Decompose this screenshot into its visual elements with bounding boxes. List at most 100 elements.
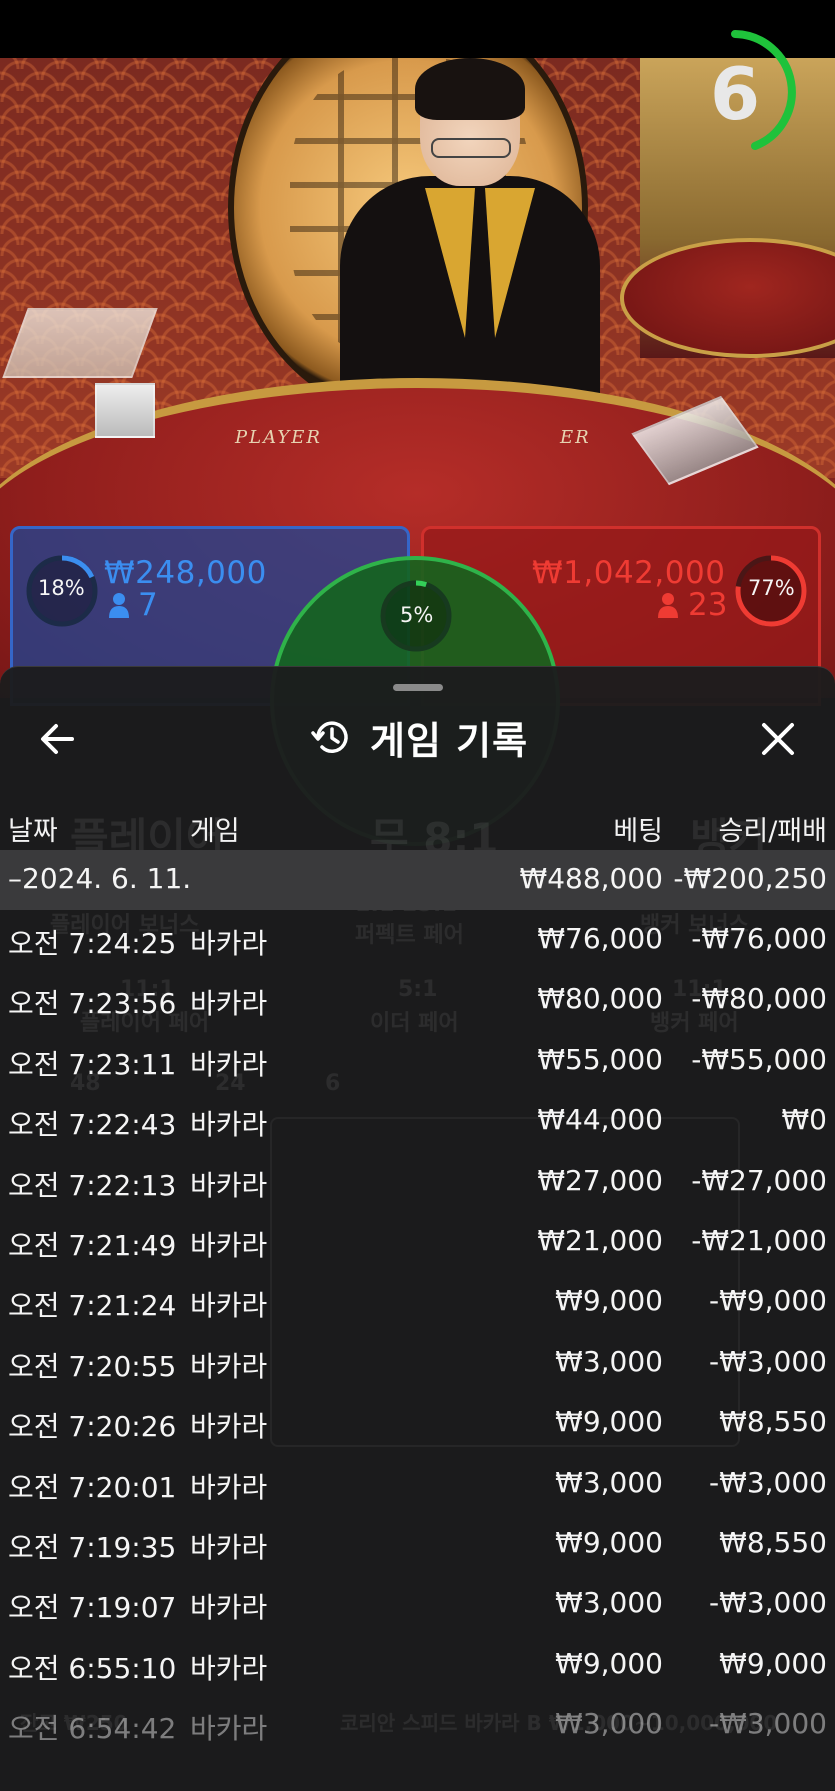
sheet-title: 게임 기록 [310,705,528,769]
row-time: 오전 7:24:25 [8,927,177,960]
card-shoe-left [2,308,158,378]
row-bet: ₩21,000 [537,1223,663,1257]
row-bet: ₩3,000 [555,1586,663,1620]
row-game: 바카라 [190,1591,268,1625]
date-group-bet-total: ₩488,000 [519,862,663,895]
date-group-row[interactable]: –2024. 6. 11. ₩488,000 -₩200,250 [0,850,835,910]
row-time: 오전 7:22:13 [8,1168,177,1202]
dealer-glasses [431,138,511,158]
player-percent: 18% [38,576,85,600]
row-bet: ₩3,000 [555,1344,663,1378]
history-column-headers: 날짜 게임 베팅 승리/패배 [0,803,835,851]
row-bet: ₩27,000 [537,1163,663,1197]
row-time: 오전 7:21:49 [8,1228,177,1262]
close-x-icon [762,723,794,755]
date-group-date: –2024. 6. 11. [8,862,192,895]
row-game: 바카라 [190,1651,268,1685]
back-button[interactable] [30,711,90,767]
history-row[interactable]: 오전 7:19:35 바카라 ₩9,000 ₩8,550 [0,1514,835,1574]
row-game: 바카라 [190,1410,268,1444]
row-result: -₩55,000 [691,1042,827,1076]
column-header-result: 승리/패배 [718,816,827,847]
player-bet-count: 7 [138,587,158,623]
row-time: 오전 7:21:24 [8,1289,177,1323]
countdown-timer: 6 [709,52,761,136]
row-bet: ₩3,000 [555,1707,663,1741]
row-time: 오전 7:19:35 [8,1530,177,1564]
game-history-sheet: 플레이어 무 8:1 뱅커 플레이어 보너스 1:1 25:1 퍼펙트 페어 뱅… [0,666,835,1791]
row-time: 오전 7:20:01 [8,1470,177,1504]
row-bet: ₩9,000 [555,1405,663,1439]
row-result: -₩9,000 [709,1284,827,1318]
dealer-lapel-left [425,188,475,338]
tie-percent: 5% [400,603,434,627]
row-game: 바카라 [190,1047,268,1081]
arrow-left-icon [41,724,74,754]
row-time: 오전 7:20:55 [8,1349,177,1383]
row-result: ₩9,000 [719,1646,827,1680]
row-time: 오전 6:55:10 [8,1651,177,1685]
row-bet: ₩3,000 [555,1465,663,1499]
history-row[interactable]: 오전 7:24:25 바카라 ₩76,000 -₩76,000 [0,910,835,970]
row-game: 바카라 [190,927,268,960]
row-result: -₩80,000 [691,982,827,1016]
row-time: 오전 7:20:26 [8,1410,177,1444]
row-time: 오전 7:19:07 [8,1591,177,1625]
dealer-lapel-right [485,188,535,338]
date-group-result-total: -₩200,250 [673,862,827,895]
row-result: -₩3,000 [709,1465,827,1499]
table-label-banker: ER [560,427,591,448]
sheet-title-text: 게임 기록 [370,718,529,763]
player-bet-amount: ₩248,000 [104,555,267,591]
row-game: 바카라 [190,1530,268,1564]
history-row[interactable]: 오전 7:20:01 바카라 ₩3,000 -₩3,000 [0,1454,835,1514]
user-icon [658,593,678,618]
row-time: 오전 6:54:42 [8,1712,177,1746]
row-bet: ₩9,000 [555,1525,663,1559]
row-game: 바카라 [190,1349,268,1383]
close-button[interactable] [748,711,808,767]
row-bet: ₩44,000 [537,1103,663,1137]
user-icon [109,593,129,618]
dealer-hair [415,58,525,120]
row-bet: ₩80,000 [537,982,663,1016]
row-game: 바카라 [190,1712,268,1746]
column-header-bet: 베팅 [613,816,663,847]
history-row[interactable]: 오전 7:23:56 바카라 ₩80,000 -₩80,000 [0,970,835,1030]
column-header-game: 게임 [190,816,240,847]
row-bet: ₩9,000 [555,1646,663,1680]
column-header-date: 날짜 [8,816,58,847]
history-row[interactable]: 오전 7:22:13 바카라 ₩27,000 -₩27,000 [0,1152,835,1212]
row-game: 바카라 [190,1470,268,1504]
history-row[interactable]: 오전 7:20:55 바카라 ₩3,000 -₩3,000 [0,1333,835,1393]
row-result: -₩27,000 [691,1163,827,1197]
history-row[interactable]: 오전 6:55:10 바카라 ₩9,000 ₩9,000 [0,1635,835,1695]
history-row[interactable]: 오전 6:54:42 바카라 ₩3,000 -₩3,000 [0,1695,835,1755]
history-row[interactable]: 오전 7:21:24 바카라 ₩9,000 -₩9,000 [0,1272,835,1332]
row-game: 바카라 [190,987,268,1021]
sheet-drag-handle[interactable] [393,684,443,691]
row-game: 바카라 [190,1108,268,1142]
table-label-player: PLAYER [235,427,322,448]
history-row[interactable]: 오전 7:23:11 바카라 ₩55,000 -₩55,000 [0,1031,835,1091]
row-result: -₩3,000 [709,1344,827,1378]
row-time: 오전 7:23:56 [8,987,177,1021]
row-game: 바카라 [190,1289,268,1323]
dealer [335,58,605,406]
row-result: -₩3,000 [709,1586,827,1620]
history-row[interactable]: 오전 7:21:49 바카라 ₩21,000 -₩21,000 [0,1212,835,1272]
history-row[interactable]: 오전 7:22:43 바카라 ₩44,000 ₩0 [0,1091,835,1151]
banker-percent: 77% [748,576,795,600]
card-stack [95,383,155,438]
row-result: ₩8,550 [719,1405,827,1439]
sheet-header: 게임 기록 [0,697,835,777]
history-row[interactable]: 오전 7:19:07 바카라 ₩3,000 -₩3,000 [0,1574,835,1634]
row-game: 바카라 [190,1168,268,1202]
banker-bet-count: 23 [688,587,728,623]
row-result: ₩0 [781,1103,828,1137]
banker-bet-amount: ₩1,042,000 [532,555,726,591]
row-result: -₩21,000 [691,1223,827,1257]
history-row[interactable]: 오전 7:20:26 바카라 ₩9,000 ₩8,550 [0,1393,835,1453]
row-result: ₩8,550 [719,1525,827,1559]
row-time: 오전 7:22:43 [8,1108,177,1142]
